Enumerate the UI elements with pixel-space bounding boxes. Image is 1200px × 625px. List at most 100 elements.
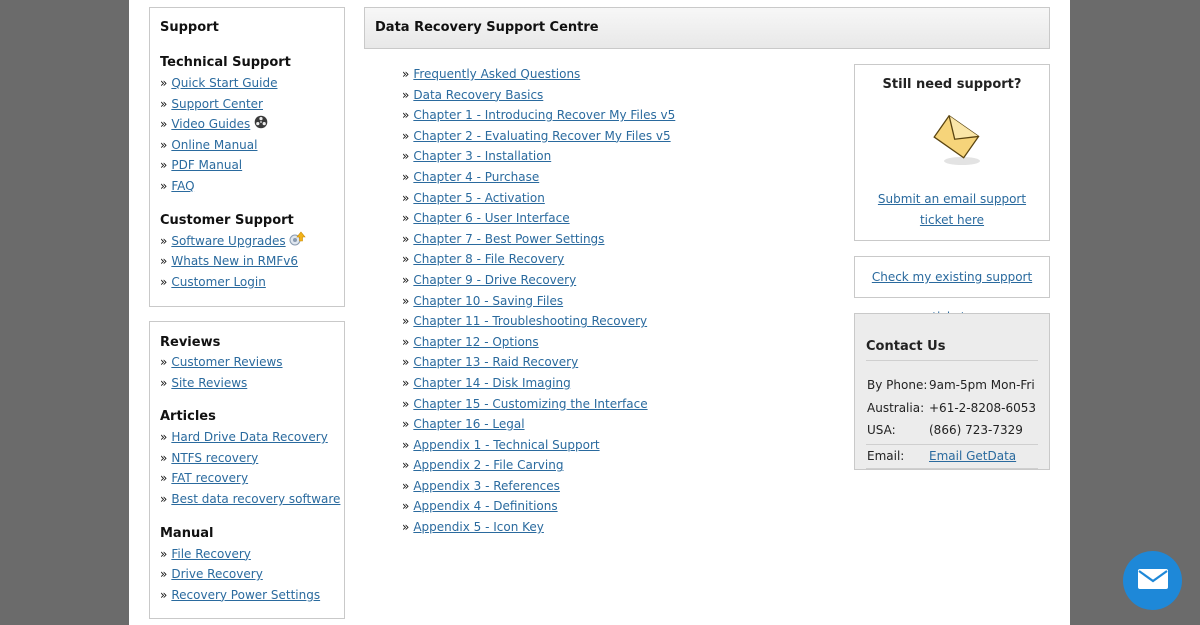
submit-email-ticket-link[interactable]: Submit an email support ticket here	[855, 189, 1049, 230]
list-item: » Drive Recovery	[160, 567, 263, 582]
appendix-link[interactable]: Appendix 3 - References	[413, 479, 560, 493]
chapter-link[interactable]: Chapter 13 - Raid Recovery	[413, 355, 578, 369]
support-box: Support Technical Support » Quick Start G…	[149, 7, 345, 307]
list-item: » File Recovery	[160, 546, 251, 561]
list-item: » Chapter 2 - Evaluating Recover My Files…	[402, 128, 671, 143]
ntfs-recovery-link[interactable]: NTFS recovery	[171, 451, 258, 465]
best-recovery-software-link[interactable]: Best data recovery software	[171, 492, 340, 506]
contact-row: By Phone: 9am-5pm Mon-Fri	[867, 378, 1035, 392]
chapter-list: » Frequently Asked Questions » Data Recove…	[402, 64, 675, 538]
customer-login-link[interactable]: Customer Login	[171, 275, 265, 289]
list-item: » Appendix 4 - Definitions	[402, 499, 558, 514]
chapter-link[interactable]: Chapter 5 - Activation	[413, 191, 544, 205]
still-need-support-box: Still need support? Submit an email supp…	[854, 64, 1050, 241]
drive-recovery-link[interactable]: Drive Recovery	[171, 567, 262, 581]
list-item: » Customer Reviews	[160, 355, 283, 369]
list-item: » Appendix 5 - Icon Key	[402, 520, 544, 535]
appendix-link[interactable]: Appendix 5 - Icon Key	[413, 520, 544, 534]
list-item: » Recovery Power Settings	[160, 587, 321, 602]
list-item: » FAT recovery	[160, 471, 249, 486]
upgrade-icon	[289, 231, 307, 246]
chapter-link[interactable]: Chapter 1 - Introducing Recover My Files…	[413, 108, 675, 122]
appendix-link[interactable]: Appendix 2 - File Carving	[413, 458, 563, 472]
contact-us-box: Contact Us By Phone: 9am-5pm Mon-Fri Aus…	[854, 313, 1050, 470]
list-item: » Customer Login	[160, 274, 266, 289]
list-item: » PDF Manual	[160, 158, 243, 173]
appendix-link[interactable]: Appendix 4 - Definitions	[413, 499, 557, 513]
list-item: » Frequently Asked Questions	[402, 67, 581, 81]
chapter-link[interactable]: Chapter 4 - Purchase	[413, 170, 539, 184]
customer-support-heading: Customer Support	[160, 212, 294, 228]
chapter-link[interactable]: Chapter 6 - User Interface	[413, 211, 569, 225]
quick-start-guide-link[interactable]: Quick Start Guide	[171, 76, 277, 90]
chapter-link[interactable]: Frequently Asked Questions	[413, 67, 580, 81]
chapter-link[interactable]: Chapter 12 - Options	[413, 335, 538, 349]
chapter-link[interactable]: Chapter 15 - Customizing the Interface	[413, 397, 647, 411]
list-item: » Chapter 6 - User Interface	[402, 211, 570, 226]
support-title: Support	[160, 20, 219, 35]
chapter-link[interactable]: Chapter 2 - Evaluating Recover My Files …	[413, 129, 670, 143]
list-item: » Support Center	[160, 96, 263, 111]
reviews-list: » Customer Reviews » Site Reviews	[160, 352, 344, 393]
chapter-link[interactable]: Chapter 14 - Disk Imaging	[413, 376, 570, 390]
chapter-link[interactable]: Chapter 10 - Saving Files	[413, 294, 563, 308]
faq-link[interactable]: FAQ	[171, 179, 194, 193]
customer-support-list: » Software Upgrades » Whats New in RMFv6 »…	[160, 231, 344, 293]
list-item: » Chapter 9 - Drive Recovery	[402, 272, 577, 287]
list-item: » Best data recovery software	[160, 491, 341, 506]
email-getdata-link[interactable]: Email GetData	[929, 445, 1016, 468]
chapter-link[interactable]: Chapter 7 - Best Power Settings	[413, 232, 604, 246]
file-recovery-link[interactable]: File Recovery	[171, 547, 251, 561]
contact-row: Email: Email GetData	[866, 444, 1038, 469]
list-item: » Site Reviews	[160, 375, 248, 390]
video-guides-link[interactable]: Video Guides	[171, 117, 250, 131]
chapter-link[interactable]: Chapter 8 - File Recovery	[413, 252, 564, 266]
list-item: » Chapter 10 - Saving Files	[402, 293, 564, 308]
chapter-link[interactable]: Chapter 16 - Legal	[413, 417, 524, 431]
list-item: » Chapter 13 - Raid Recovery	[402, 355, 579, 370]
reviews-heading: Reviews	[160, 335, 221, 350]
appendix-link[interactable]: Appendix 1 - Technical Support	[413, 438, 599, 452]
whats-new-link[interactable]: Whats New in RMFv6	[171, 254, 298, 268]
chapter-link[interactable]: Chapter 9 - Drive Recovery	[413, 273, 576, 287]
online-manual-link[interactable]: Online Manual	[171, 138, 257, 152]
manual-heading: Manual	[160, 525, 214, 541]
support-center-link[interactable]: Support Center	[171, 97, 263, 111]
list-item: » Chapter 7 - Best Power Settings	[402, 231, 605, 246]
check-tickets-box: Check my existing support tickets	[854, 256, 1050, 324]
list-item: » Chapter 14 - Disk Imaging	[402, 375, 571, 390]
chat-button[interactable]	[1123, 551, 1182, 610]
list-item: » Chapter 16 - Legal	[402, 417, 525, 432]
list-item: » Appendix 1 - Technical Support	[402, 437, 600, 452]
envelope-icon[interactable]	[930, 109, 980, 170]
list-item: » Online Manual	[160, 137, 258, 152]
recovery-power-settings-link[interactable]: Recovery Power Settings	[171, 588, 320, 602]
list-item: » Chapter 1 - Introducing Recover My File…	[402, 108, 676, 123]
chapter-link[interactable]: Chapter 11 - Troubleshooting Recovery	[413, 314, 647, 328]
software-upgrades-link[interactable]: Software Upgrades	[171, 234, 285, 248]
film-reel-icon	[254, 115, 268, 129]
list-item: » Chapter 15 - Customizing the Interface	[402, 396, 648, 411]
list-item: » Hard Drive Data Recovery	[160, 430, 328, 445]
chapter-link[interactable]: Data Recovery Basics	[413, 88, 543, 102]
list-item: » FAQ	[160, 178, 195, 193]
pdf-manual-link[interactable]: PDF Manual	[171, 158, 242, 172]
list-item: » Appendix 3 - References	[402, 478, 560, 493]
technical-support-heading: Technical Support	[160, 55, 291, 70]
list-item: » Data Recovery Basics	[402, 87, 544, 102]
hard-drive-recovery-link[interactable]: Hard Drive Data Recovery	[171, 430, 327, 444]
list-item: » Video Guides	[160, 114, 344, 135]
chapter-link[interactable]: Chapter 3 - Installation	[413, 149, 551, 163]
list-item: » Whats New in RMFv6	[160, 254, 299, 269]
technical-support-list: » Quick Start Guide » Support Center » Vide…	[160, 73, 344, 197]
customer-reviews-link[interactable]: Customer Reviews	[171, 355, 282, 369]
reviews-articles-box: Reviews » Customer Reviews » Site Reviews …	[149, 321, 345, 619]
still-need-support-title: Still need support?	[882, 77, 1022, 92]
list-item: » Appendix 2 - File Carving	[402, 458, 564, 473]
list-item: » Software Upgrades	[160, 231, 344, 252]
fat-recovery-link[interactable]: FAT recovery	[171, 471, 248, 485]
articles-heading: Articles	[160, 409, 216, 425]
site-reviews-link[interactable]: Site Reviews	[171, 376, 247, 390]
list-item: » Chapter 12 - Options	[402, 334, 539, 349]
list-item: » Chapter 5 - Activation	[402, 190, 545, 205]
